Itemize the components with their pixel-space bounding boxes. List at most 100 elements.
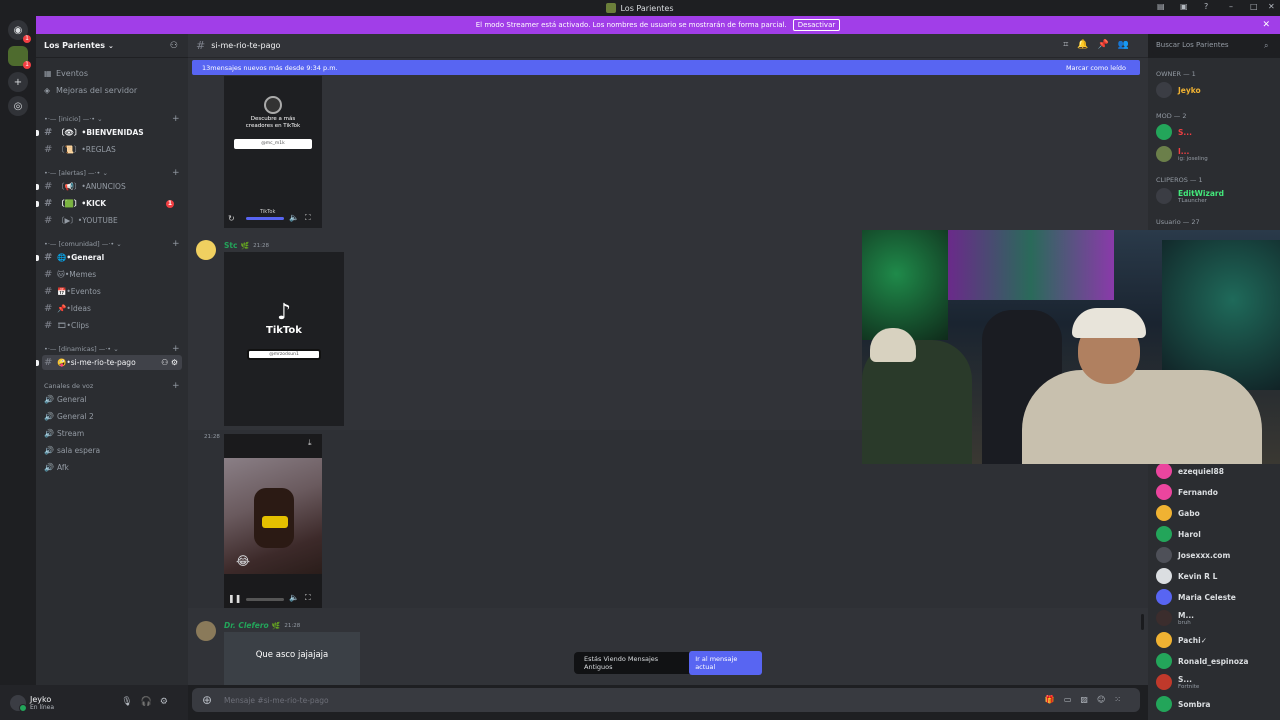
screen-share-icon[interactable]: ▣ xyxy=(1180,2,1188,11)
video-player[interactable]: ⤓ 😂 ❚❚ 🔈 ⛶ xyxy=(224,434,322,608)
server-header[interactable]: Los Parientes ⌄ ⚇ xyxy=(36,34,188,58)
inbox-icon[interactable]: ▤ xyxy=(1157,2,1165,11)
member-item[interactable]: S... Fortnite xyxy=(1156,674,1199,690)
member-item[interactable]: Pachi✓ xyxy=(1156,632,1207,648)
gift-icon[interactable]: 🎁 xyxy=(1045,695,1064,704)
help-icon[interactable]: ? xyxy=(1204,2,1208,11)
video-progress[interactable] xyxy=(246,217,284,220)
pause-icon[interactable]: ❚❚ xyxy=(228,594,241,603)
tiktok-embed[interactable]: ♪ TikTok @mrzodsun1 xyxy=(224,252,344,426)
mark-as-read-button[interactable]: Marcar como leído xyxy=(1066,64,1126,72)
minimize-button[interactable]: – xyxy=(1229,2,1233,11)
gear-icon[interactable]: ⚙ xyxy=(160,697,176,707)
mic-icon[interactable]: 🎙 xyxy=(121,697,140,707)
category-dinamicas[interactable]: •·— [dinamicas] —·• ⌄ + xyxy=(44,344,180,354)
gif-icon[interactable]: ▭ xyxy=(1064,695,1081,704)
bell-icon[interactable]: 🔔 xyxy=(1077,40,1097,50)
sidebar-item-eventos[interactable]: ▦ Eventos xyxy=(44,69,88,78)
member-item[interactable]: Sombra xyxy=(1156,696,1211,712)
voice-channel-stream[interactable]: 🔊 Stream xyxy=(42,426,182,441)
video-progress[interactable] xyxy=(246,598,284,601)
voice-channel-general[interactable]: 🔊 General xyxy=(42,392,182,407)
channel-kick[interactable]: # 〔🟩〕• KICK 1 xyxy=(36,196,182,211)
explore-icon[interactable]: ◎ xyxy=(8,96,28,116)
plus-icon[interactable]: ⊕ xyxy=(202,693,212,707)
close-icon[interactable]: ✕ xyxy=(1262,20,1270,30)
channel-ideas[interactable]: # 📌• Ideas xyxy=(42,301,182,316)
fullscreen-icon[interactable]: ⛶ xyxy=(305,593,311,603)
add-server-plus-icon[interactable]: + xyxy=(8,72,28,92)
server-icon-los-parientes[interactable]: 1 xyxy=(8,46,31,69)
replay-icon[interactable]: ↻ xyxy=(228,214,235,223)
members-icon[interactable]: 👥 xyxy=(1118,40,1138,50)
voice-channel-afk[interactable]: 🔊 Afk xyxy=(42,460,182,475)
chat-scrollbar[interactable] xyxy=(1141,614,1144,630)
apps-icon[interactable]: ⁙ xyxy=(1114,695,1130,704)
category-alertas[interactable]: •·— [alertas] —·• ⌄ + xyxy=(44,168,180,178)
add-channel-plus-icon[interactable]: + xyxy=(172,168,180,178)
category-canales-de-voz[interactable]: Canales de voz + xyxy=(44,381,180,391)
tiktok-search-field[interactable]: @mc_m1k xyxy=(234,139,312,149)
speaker-icon: 🔊 xyxy=(44,463,54,472)
message-input[interactable]: ⊕ Mensaje #si-me-rio-te-pago 🎁▭▨☺⁙ xyxy=(192,688,1140,712)
sticker-icon[interactable]: ▨ xyxy=(1080,695,1097,704)
avatar xyxy=(1156,674,1172,690)
tiktok-embed[interactable]: Descubre a más creadores en TikTok @mc_m… xyxy=(224,76,322,228)
volume-icon[interactable]: 🔈 xyxy=(289,593,299,602)
threads-icon[interactable]: ⌗ xyxy=(1063,40,1077,50)
member-item[interactable]: M... bruh xyxy=(1156,610,1194,626)
channel-eventos[interactable]: # 📅• Eventos xyxy=(42,284,182,299)
channel-si-me-rio-te-pago[interactable]: # 🤪• si-me-rio-te-pago ⚇ ⚙ xyxy=(36,355,182,370)
gear-icon[interactable]: ⚇ ⚙ xyxy=(161,358,178,367)
avatar[interactable] xyxy=(196,240,216,260)
category-comunidad[interactable]: •·— [comunidad] —·• ⌄ + xyxy=(44,239,180,249)
add-channel-plus-icon[interactable]: + xyxy=(172,239,180,249)
member-item[interactable]: S... xyxy=(1156,124,1192,140)
voice-channel-sala-espera[interactable]: 🔊 sala espera xyxy=(42,443,182,458)
tiktok-search-field[interactable]: @mrzodsun1 xyxy=(247,349,321,360)
member-item[interactable]: Maria Celeste xyxy=(1156,589,1236,605)
member-item[interactable]: Kevin R L xyxy=(1156,568,1217,584)
category-inicio[interactable]: •·— [inicio] —·• ⌄ + xyxy=(44,114,180,124)
maximize-button[interactable]: □ xyxy=(1250,2,1258,11)
member-item[interactable]: ezequiel88 xyxy=(1156,463,1224,479)
channel-reglas[interactable]: # 〔📜〕• REGLAS xyxy=(42,142,182,157)
avatar[interactable] xyxy=(196,621,216,641)
member-item[interactable]: Josexxx.com xyxy=(1156,547,1230,563)
channel-anuncios[interactable]: # 〔📢〕• ANUNCIOS xyxy=(36,179,182,194)
author-name[interactable]: Stc xyxy=(224,241,237,250)
avatar[interactable] xyxy=(10,694,27,712)
deactivate-button[interactable]: Desactivar xyxy=(792,19,841,31)
emoji-icon[interactable]: ☺ xyxy=(1097,695,1114,704)
channel-clips[interactable]: # 🎞• Clips xyxy=(42,318,182,333)
member-item[interactable]: I... ig: joseling xyxy=(1156,146,1208,162)
add-channel-plus-icon[interactable]: + xyxy=(172,114,180,124)
member-item[interactable]: Gabo xyxy=(1156,505,1200,521)
close-window-button[interactable]: ✕ xyxy=(1268,2,1275,11)
author-name[interactable]: Dr. Clefero xyxy=(224,621,269,630)
member-item[interactable]: Jeyko xyxy=(1156,82,1201,98)
sidebar-item-mejoras[interactable]: ◈ Mejoras del servidor xyxy=(44,86,137,95)
discord-icon[interactable]: ◉ 1 xyxy=(8,20,31,43)
voice-channel-general-2[interactable]: 🔊 General 2 xyxy=(42,409,182,424)
member-item[interactable]: Fernando xyxy=(1156,484,1218,500)
channel-general[interactable]: # 🌐• General xyxy=(36,250,182,265)
channel-bienvenidas[interactable]: # 〔👁〕• BIENVENIDAS xyxy=(36,125,182,140)
jump-to-present-button[interactable]: Ir al mensaje actual xyxy=(689,651,762,675)
channel-youtube[interactable]: # 〔▶〕• YOUTUBE xyxy=(42,213,182,228)
add-channel-plus-icon[interactable]: + xyxy=(172,381,180,391)
fullscreen-icon[interactable]: ⛶ xyxy=(305,213,311,223)
message-text-card: Que asco jajajaja xyxy=(224,632,360,685)
new-messages-bar[interactable]: 13mensajes nuevos más desde 9:34 p.m. Ma… xyxy=(192,60,1140,75)
member-item[interactable]: EditWizard TLauncher xyxy=(1156,188,1224,204)
volume-icon[interactable]: 🔈 xyxy=(289,213,299,222)
member-item[interactable]: Harol xyxy=(1156,526,1201,542)
add-channel-plus-icon[interactable]: + xyxy=(172,344,180,354)
pin-icon[interactable]: 📌 xyxy=(1098,40,1118,50)
download-icon[interactable]: ⤓ xyxy=(308,438,312,448)
headphones-icon[interactable]: 🎧 xyxy=(141,697,160,707)
channel-memes[interactable]: # 🐱• Memes xyxy=(42,267,182,282)
member-item[interactable]: Ronald_espinoza xyxy=(1156,653,1248,669)
search-input[interactable]: Buscar Los Parientes xyxy=(1152,38,1276,54)
invite-icon[interactable]: ⚇ xyxy=(170,41,178,51)
